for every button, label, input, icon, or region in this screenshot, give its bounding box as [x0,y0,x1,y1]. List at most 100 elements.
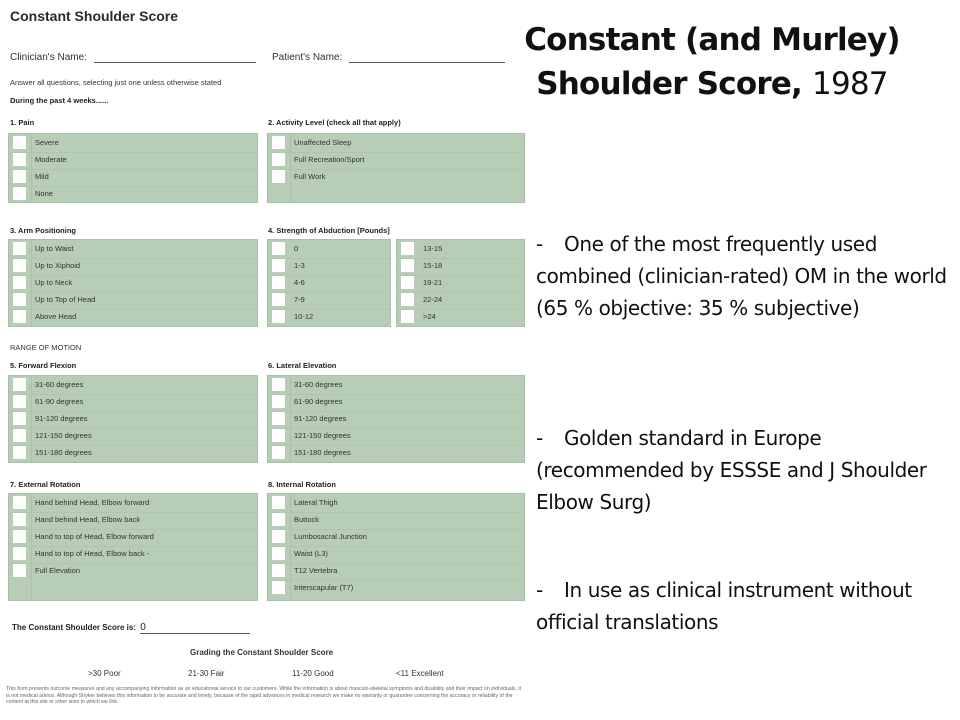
checkbox-elevation-121-150[interactable] [272,429,285,442]
option-label: 121-150 degrees [294,431,351,440]
internal-rotation-options: Lateral Thigh Buttock Lumbosacral Juncti… [267,493,525,601]
checkbox-int-buttock[interactable] [272,513,285,526]
option-label: 19-21 [423,278,443,287]
checkbox-int-lateral-thigh[interactable] [272,496,285,509]
option-label: Buttock [294,515,320,524]
bullet-text: Golden standard in Europe (recommended b… [536,426,927,514]
checkbox-ext-top-head-forward[interactable] [13,530,26,543]
option-label: 31-60 degrees [35,380,84,389]
checkbox-strength-19-21[interactable] [401,276,414,289]
option-label: 0 [294,244,299,253]
checkbox-int-waist-l3[interactable] [272,547,285,560]
checkbox-strength-7-9[interactable] [272,293,285,306]
checkbox-elevation-31-60[interactable] [272,378,285,391]
option-label: Up to Top of Head [35,295,96,304]
option-label: Above Head [35,312,77,321]
option-label: Up to Neck [35,278,73,287]
checkbox-ext-behind-head-back[interactable] [13,513,26,526]
checkbox-strength-4-6[interactable] [272,276,285,289]
checkbox-up-to-top-of-head[interactable] [13,293,26,306]
checkbox-moderate[interactable] [13,153,26,166]
option-row: Interscapular (T7) [268,579,524,597]
checkbox-int-interscapular[interactable] [272,581,285,594]
option-label: 151-180 degrees [35,448,92,457]
option-row: None [9,185,257,203]
bullet-marker: - [536,578,543,602]
arm-options: Up to Waist Up to Xiphoid Up to Neck Up … [8,239,258,327]
clinician-name-label: Clinician's Name: [10,52,87,63]
checkbox-int-lumbosacral[interactable] [272,530,285,543]
slide-title: Constant (and Murley) Shoulder Score, 19… [462,18,960,106]
checkbox-int-t12[interactable] [272,564,285,577]
option-label: 61-90 degrees [294,397,343,406]
question-arm-label: 3. Arm Positioning [10,226,76,235]
option-label: Full Recreation/Sport [294,155,365,164]
option-row: 151-180 degrees [9,444,257,462]
slide-title-year: 1987 [812,66,889,102]
checkbox-flexion-151-180[interactable] [13,446,26,459]
checkbox-strength-over-24[interactable] [401,310,414,323]
activity-options: Unaffected Sleep Full Recreation/Sport F… [267,133,525,203]
checkbox-above-head[interactable] [13,310,26,323]
option-label: 121-150 degrees [35,431,92,440]
option-label: 22-24 [423,295,443,304]
option-label: Hand behind Head, Elbow forward [35,498,150,507]
elevation-options: 31-60 degrees 61-90 degrees 91-120 degre… [267,375,525,463]
checkbox-mild[interactable] [13,170,26,183]
disclaimer: This form presents outcome measures and … [6,686,521,705]
option-label: 4-6 [294,278,305,287]
option-row: Full Work [268,168,524,186]
checkbox-strength-15-18[interactable] [401,259,414,272]
checkbox-strength-1-3[interactable] [272,259,285,272]
checkbox-elevation-151-180[interactable] [272,446,285,459]
option-label: T12 Vertebra [294,566,338,575]
checkbox-ext-top-head-back[interactable] [13,547,26,560]
checkbox-flexion-121-150[interactable] [13,429,26,442]
checkbox-ext-full-elevation[interactable] [13,564,26,577]
option-label: 1-3 [294,261,305,270]
option-label: Hand behind Head, Elbow back [35,515,141,524]
option-row: 151-180 degrees [268,444,524,462]
strength-options-left: 0 1-3 4-6 7-9 10-12 [267,239,391,327]
option-label: 7-9 [294,295,305,304]
option-label: 13-15 [423,244,443,253]
checkbox-strength-0[interactable] [272,242,285,255]
checkbox-ext-behind-head-forward[interactable] [13,496,26,509]
option-label: 151-180 degrees [294,448,351,457]
bullet-marker: - [536,232,543,256]
option-label: Lumbosacral Junction [294,532,367,541]
bullet-marker: - [536,426,543,450]
checkbox-flexion-31-60[interactable] [13,378,26,391]
grade-fair: 21-30 Fair [188,669,225,678]
question-elevation-label: 6. Lateral Elevation [268,361,337,370]
question-internal-rotation-label: 8. Internal Rotation [268,480,336,489]
during-period: During the past 4 weeks...... [10,96,109,105]
checkbox-up-to-waist[interactable] [13,242,26,255]
option-label: Full Work [294,172,326,181]
checkbox-up-to-neck[interactable] [13,276,26,289]
checkbox-none[interactable] [13,187,26,200]
checkbox-full-recreation[interactable] [272,153,285,166]
checkbox-elevation-91-120[interactable] [272,412,285,425]
checkbox-strength-10-12[interactable] [272,310,285,323]
checkbox-flexion-61-90[interactable] [13,395,26,408]
patient-name-label: Patient's Name: [272,52,343,63]
clinician-name-field[interactable] [93,52,256,63]
option-label: 61-90 degrees [35,397,84,406]
score-label: The Constant Shoulder Score is: [12,623,137,632]
option-label: Unaffected Sleep [294,138,352,147]
checkbox-severe[interactable] [13,136,26,149]
checkbox-up-to-xiphoid[interactable] [13,259,26,272]
option-label: >24 [423,312,436,321]
checkbox-strength-13-15[interactable] [401,242,414,255]
form-instructions: Answer all questions, selecting just one… [10,78,222,87]
checkbox-flexion-91-120[interactable] [13,412,26,425]
option-label: Moderate [35,155,67,164]
checkbox-unaffected-sleep[interactable] [272,136,285,149]
checkbox-full-work[interactable] [272,170,285,183]
strength-options-right: 13-15 15-18 19-21 22-24 >24 [396,239,525,327]
checkbox-strength-22-24[interactable] [401,293,414,306]
option-row: >24 [397,308,524,326]
option-label: Up to Xiphoid [35,261,81,270]
checkbox-elevation-61-90[interactable] [272,395,285,408]
